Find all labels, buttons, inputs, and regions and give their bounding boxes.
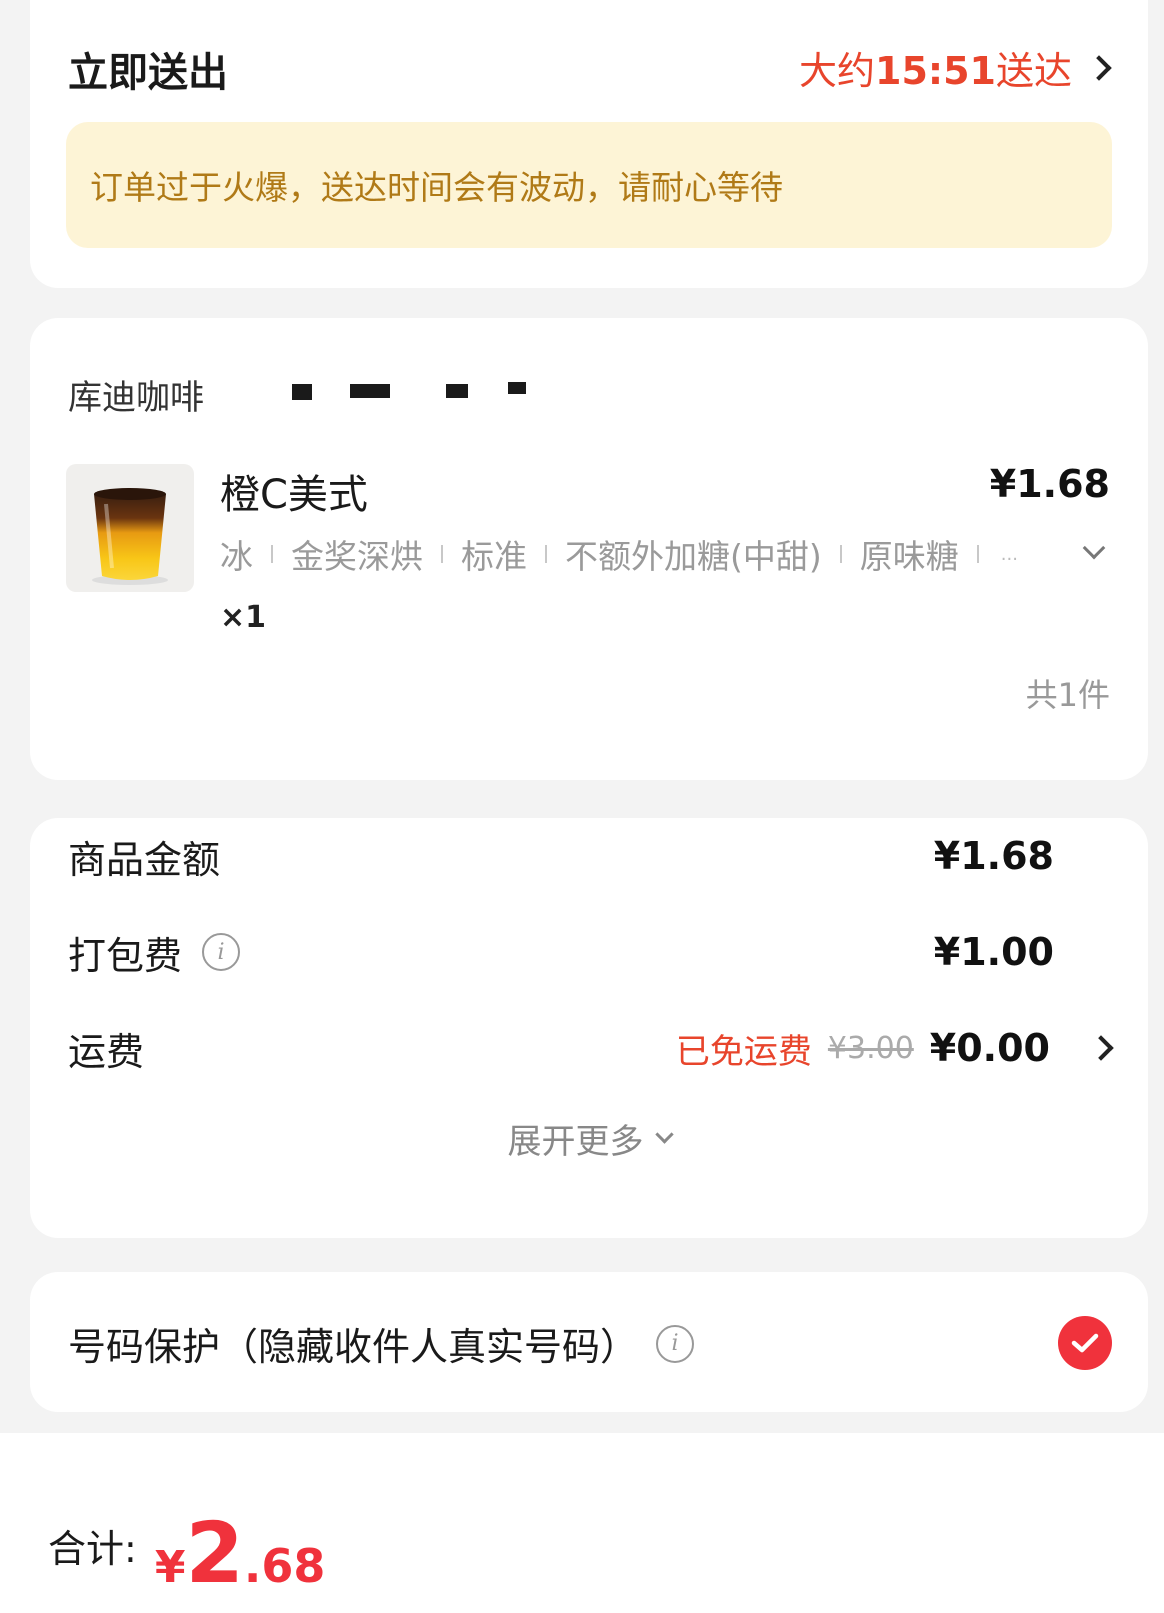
goods-amount-label: 商品金额 bbox=[68, 837, 221, 882]
spec-divider bbox=[976, 545, 979, 563]
shipping-fee-row[interactable]: 运费 已免运费 ¥3.00 ¥0.00 bbox=[68, 1018, 1114, 1078]
expand-more-label: 展开更多 bbox=[507, 1122, 644, 1162]
info-icon[interactable]: i bbox=[202, 933, 241, 971]
packing-fee-value: ¥1.00 bbox=[933, 930, 1054, 974]
eta-time: 15:51 bbox=[875, 49, 996, 93]
spec-item: 冰 bbox=[220, 537, 253, 576]
spec-item: 金奖深烘 bbox=[291, 537, 423, 576]
item-quantity: ×1 bbox=[220, 600, 267, 635]
busy-notice-text: 订单过于火爆，送达时间会有波动，请耐心等待 bbox=[90, 168, 783, 207]
item-specs: 冰 金奖深烘 标准 不额外加糖(中甜) 原味糖 ... bbox=[220, 530, 1030, 578]
total-currency-symbol: ¥ bbox=[154, 1542, 186, 1593]
packing-fee-label: 打包费 bbox=[68, 933, 183, 978]
spec-item: 标准 bbox=[461, 537, 527, 576]
spec-item: 不额外加糖(中甜) bbox=[565, 537, 822, 576]
item-name: 橙C美式 bbox=[220, 472, 368, 518]
chevron-down-icon bbox=[654, 1125, 674, 1144]
info-icon[interactable]: i bbox=[656, 1324, 695, 1363]
expand-more-button[interactable]: 展开更多 bbox=[30, 1114, 1148, 1163]
delivery-eta-selector[interactable]: 大约15:51送达 bbox=[799, 40, 1112, 95]
number-protection-card: 号码保护（隐藏收件人真实号码） i bbox=[30, 1272, 1148, 1412]
busy-notice: 订单过于火爆，送达时间会有波动，请耐心等待 bbox=[66, 122, 1112, 248]
spec-divider bbox=[271, 545, 273, 563]
expand-specs-chevron-icon[interactable] bbox=[1082, 536, 1106, 560]
chevron-right-icon bbox=[1088, 1035, 1114, 1061]
delivery-mode-title: 立即送出 bbox=[68, 50, 228, 96]
packing-fee-label-group: 打包费 i bbox=[68, 925, 241, 980]
spec-divider bbox=[545, 545, 547, 563]
price-details-card: 商品金额 ¥1.68 打包费 i ¥1.00 运费 已免运费 ¥3.00 ¥0.… bbox=[30, 818, 1148, 1238]
total-decimal: .68 bbox=[243, 1539, 326, 1593]
item-price: ¥1.68 bbox=[989, 462, 1110, 506]
total-integer: 2 bbox=[185, 1504, 244, 1602]
product-image[interactable] bbox=[66, 464, 194, 592]
packing-fee-row: 打包费 i ¥1.00 bbox=[68, 922, 1110, 982]
number-protection-checkbox[interactable] bbox=[1058, 1316, 1112, 1370]
spec-ellipsis: ... bbox=[1000, 543, 1018, 565]
shipping-fee-value: ¥0.00 bbox=[929, 1026, 1050, 1070]
shipping-fee-detail: 已免运费 ¥3.00 ¥0.00 bbox=[675, 1024, 1114, 1073]
item-count-total: 共1件 bbox=[1025, 676, 1110, 714]
shop-name: 库迪咖啡 bbox=[68, 378, 204, 418]
eta-prefix: 大约 bbox=[799, 49, 876, 93]
checkout-bar: 合计: ¥ 2 .68 bbox=[0, 1433, 1164, 1613]
chevron-right-icon bbox=[1086, 54, 1112, 81]
eta-suffix: 送达 bbox=[995, 49, 1072, 93]
original-shipping-fee: ¥3.00 bbox=[827, 1030, 914, 1066]
order-card: 库迪咖啡 橙C美式 ¥1.68 冰 金奖深烘 标准 不额外加糖(中甜) 原味糖 … bbox=[30, 318, 1148, 780]
number-protection-label-group: 号码保护（隐藏收件人真实号码） i bbox=[68, 1316, 695, 1371]
total-label: 合计: bbox=[48, 1527, 137, 1571]
orange-americano-cup-icon bbox=[92, 488, 168, 585]
free-shipping-tag: 已免运费 bbox=[675, 1031, 812, 1072]
spec-item: 原味糖 bbox=[859, 537, 959, 576]
spec-divider bbox=[839, 545, 842, 563]
goods-amount-value: ¥1.68 bbox=[933, 834, 1054, 878]
shipping-fee-label: 运费 bbox=[68, 1029, 145, 1074]
spec-divider bbox=[441, 545, 443, 563]
delivery-card: 立即送出 大约15:51送达 订单过于火爆，送达时间会有波动，请耐心等待 bbox=[30, 0, 1148, 288]
number-protection-label: 号码保护（隐藏收件人真实号码） bbox=[68, 1325, 639, 1369]
checkmark-icon bbox=[1071, 1333, 1099, 1353]
goods-amount-row: 商品金额 ¥1.68 bbox=[68, 826, 1110, 886]
total-amount: ¥ 2 .68 bbox=[155, 1511, 326, 1595]
